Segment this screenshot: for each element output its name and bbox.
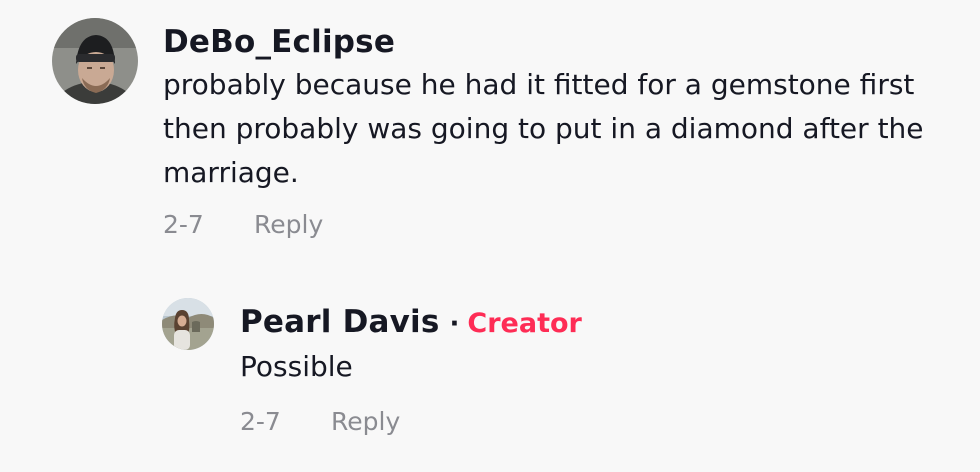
username[interactable]: Pearl Davis: [240, 304, 440, 340]
reply-button[interactable]: Reply: [254, 210, 323, 239]
separator-dot: ·: [449, 309, 460, 339]
comment-date: 2-7: [163, 210, 204, 239]
comment-text: Possible: [240, 350, 353, 383]
comment-item: DeBo_Eclipse probably because he had it …: [52, 18, 973, 239]
user-avatar-beanie-icon: [52, 18, 138, 104]
comment-text: probably because he had it fitted for a …: [163, 68, 924, 189]
comment-date: 2-7: [240, 407, 281, 436]
user-avatar-outdoor-icon: [162, 298, 214, 350]
username[interactable]: DeBo_Eclipse: [163, 24, 395, 60]
avatar[interactable]: [162, 298, 214, 350]
reply-button[interactable]: Reply: [331, 407, 400, 436]
avatar[interactable]: [52, 18, 138, 104]
creator-badge: Creator: [467, 308, 582, 339]
reply-item: Pearl Davis · Creator Possible 2-7 Reply: [162, 298, 940, 436]
